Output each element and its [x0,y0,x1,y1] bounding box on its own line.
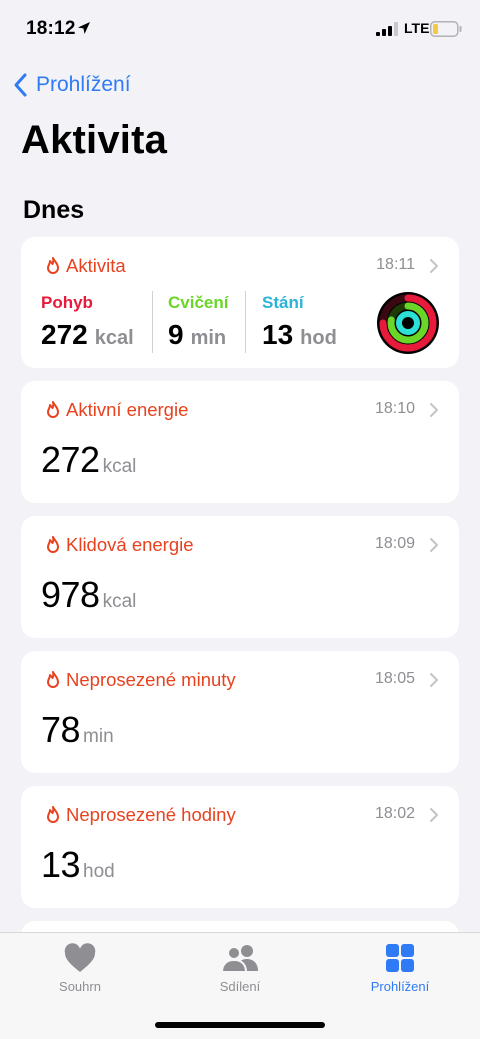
card-timestamp: 18:10 [374,400,415,417]
tab-sharing-label: Sdílení [219,979,261,994]
move-value-row: 272 kcal [41,319,134,351]
card-unit: min [83,726,114,747]
metric-card[interactable]: Aktivní energie 18:10 272 kcal [21,381,459,503]
chevron-right-icon [430,403,438,417]
card-title: Neprosezené minuty [66,669,236,690]
card-value: 13 [41,844,81,885]
card-value: 78 [41,709,81,750]
chevron-right-icon [430,808,438,822]
tab-sharing[interactable]: Sdílení [180,941,300,1001]
tab-summary-label: Souhrn [59,979,101,994]
exercise-unit: min [190,327,227,349]
card-timestamp: 18:09 [374,535,415,552]
battery-icon [430,21,462,37]
card-value-row: 13 hod [41,844,115,886]
card-timestamp: 18:11 [376,256,415,273]
card-unit: kcal [102,456,137,477]
status-bar: 18:12 LTE [0,0,480,60]
status-time: 18:12 [26,18,76,39]
back-button[interactable]: Prohlížení [12,70,131,100]
divider [245,291,246,353]
card-title: Klidová energie [66,534,194,555]
flame-icon [47,535,59,553]
card-title: Aktivita [66,255,126,276]
chevron-left-icon [14,73,27,97]
exercise-value: 9 [168,319,184,350]
move-value: 272 [41,319,88,350]
stand-value-row: 13 hod [262,319,337,351]
heart-icon [64,943,96,972]
chevron-right-icon [430,538,438,552]
card-value-row: 78 min [41,709,114,751]
card-unit: kcal [102,591,137,612]
card-value: 978 [41,574,100,615]
metric-card[interactable]: Neprosezené minuty 18:05 78 min [21,651,459,773]
flame-icon [47,400,59,418]
card-header: Neprosezené hodiny 18:02 [45,803,439,827]
location-arrow-icon [78,22,90,34]
divider [152,291,153,353]
page-title: Aktivita [21,118,168,162]
move-unit: kcal [94,327,134,349]
metric-card[interactable]: Neprosezené hodiny 18:02 13 hod [21,786,459,908]
back-button-label: Prohlížení [36,73,131,96]
metric-card[interactable]: Klidová energie 18:09 978 kcal [21,516,459,638]
stand-label: Stání [262,293,304,312]
activity-rings-icon [377,292,439,354]
tab-summary[interactable]: Souhrn [20,941,140,1001]
activity-card[interactable]: Aktivita 18:11 Pohyb 272 kcal Cvičení 9 … [21,237,459,368]
card-timestamp: 18:02 [374,805,415,822]
card-unit: hod [83,861,115,882]
flame-icon [47,670,59,688]
card-value: 272 [41,439,100,480]
people-icon [220,945,258,973]
card-title: Aktivní energie [66,399,189,420]
exercise-label: Cvičení [168,293,229,312]
flame-icon [47,805,59,823]
card-title: Neprosezené hodiny [66,804,236,825]
card-header: Neprosezené minuty 18:05 [45,668,439,692]
card-header: Klidová energie 18:09 [45,533,439,557]
card-value-row: 978 kcal [41,574,136,616]
chevron-right-icon [430,259,438,273]
card-value-row: 272 kcal [41,439,136,481]
move-label: Pohyb [41,293,93,312]
card-header: Aktivita 18:11 [45,254,439,278]
tab-browse[interactable]: Prohlížení [340,941,460,1001]
screen: 18:12 LTE Prohlížení Aktivita Dnes Aktiv… [0,0,480,1039]
network-type: LTE [404,20,430,36]
cellular-signal-icon [376,22,398,36]
flame-icon [47,256,59,274]
tab-browse-label: Prohlížení [370,979,430,994]
card-timestamp: 18:05 [374,670,415,687]
home-indicator [155,1022,325,1028]
section-title: Dnes [23,196,85,224]
grid-icon [386,944,414,972]
exercise-value-row: 9 min [168,319,226,351]
stand-value: 13 [262,319,294,350]
card-header: Aktivní energie 18:10 [45,398,439,422]
stand-unit: hod [300,327,337,349]
activity-summary: Pohyb 272 kcal Cvičení 9 min Stání 13 ho… [41,289,371,359]
chevron-right-icon [430,673,438,687]
